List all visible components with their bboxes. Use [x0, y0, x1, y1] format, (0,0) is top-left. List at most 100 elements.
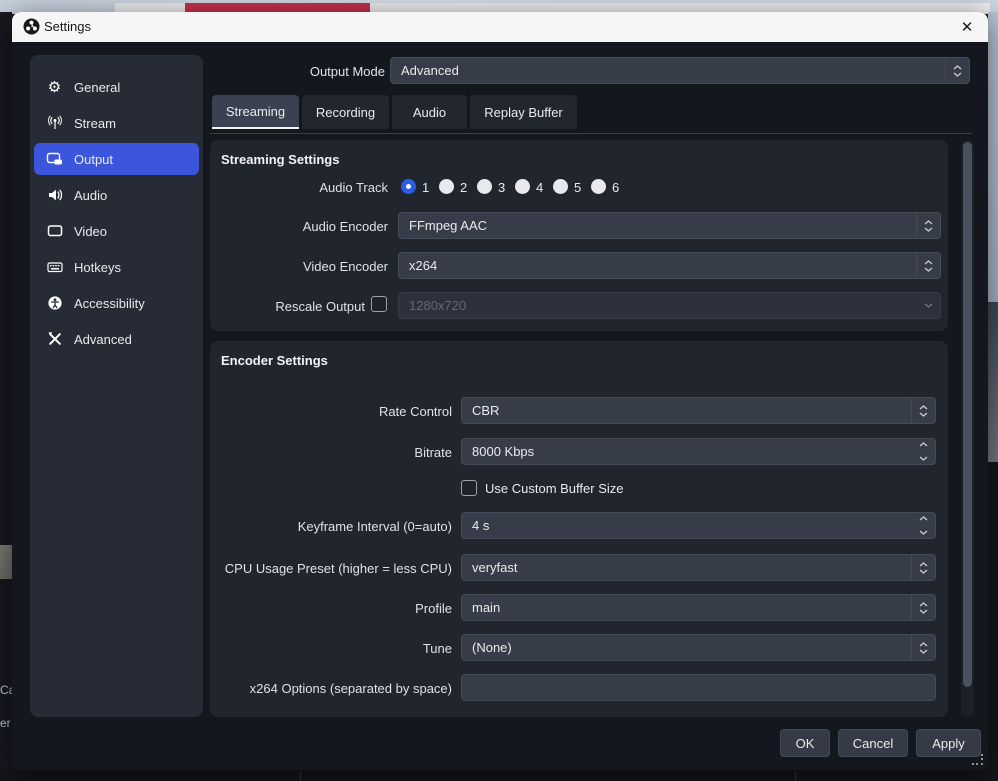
rescale-output-select[interactable]: 1280x720 — [398, 292, 941, 319]
tab-streaming[interactable]: Streaming — [212, 95, 299, 129]
combo-arrows-icon — [911, 635, 935, 660]
audio-track-radio-3[interactable] — [477, 179, 492, 194]
titlebar[interactable]: Settings ✕ — [12, 12, 988, 42]
background-dock-divider — [300, 771, 301, 781]
output-mode-value: Advanced — [391, 63, 945, 78]
sidebar-item-label: Audio — [74, 188, 107, 203]
tab-label: Replay Buffer — [484, 105, 563, 120]
close-icon: ✕ — [961, 18, 974, 36]
sidebar-item-accessibility[interactable]: Accessibility — [34, 287, 199, 319]
tab-replay-buffer[interactable]: Replay Buffer — [470, 95, 577, 129]
combo-arrows-icon — [911, 398, 935, 423]
ok-button[interactable]: OK — [780, 729, 830, 757]
audio-encoder-label: Audio Encoder — [210, 219, 388, 234]
combo-arrows-icon — [945, 58, 969, 83]
broadcast-icon — [46, 115, 63, 132]
video-encoder-select[interactable]: x264 — [398, 252, 941, 279]
accessibility-icon — [46, 295, 63, 312]
rescale-output-checkbox[interactable] — [371, 296, 387, 312]
tabs-separator — [210, 133, 972, 134]
sidebar-item-output[interactable]: Output — [34, 143, 199, 175]
output-mode-select[interactable]: Advanced — [390, 57, 970, 84]
combo-arrows-icon — [916, 213, 940, 238]
scrollbar[interactable] — [961, 140, 974, 717]
spinner-arrows-icon[interactable] — [911, 439, 935, 464]
audio-track-radio-4[interactable] — [515, 179, 530, 194]
sidebar-item-hotkeys[interactable]: Hotkeys — [34, 251, 199, 283]
profile-value: main — [462, 600, 911, 615]
custom-buffer-label: Use Custom Buffer Size — [485, 481, 623, 496]
spinner-arrows-icon[interactable] — [911, 513, 935, 538]
sidebar-item-label: Output — [74, 152, 113, 167]
sidebar-item-label: Advanced — [74, 332, 132, 347]
cpu-preset-select[interactable]: veryfast — [461, 554, 936, 581]
combo-arrow-down-icon — [916, 293, 940, 318]
rate-control-label: Rate Control — [210, 404, 452, 419]
background-left-thumbnail — [0, 545, 12, 579]
profile-select[interactable]: main — [461, 594, 936, 621]
apply-button[interactable]: Apply — [916, 729, 981, 757]
background-bottom-dock — [0, 770, 998, 781]
close-button[interactable]: ✕ — [952, 12, 982, 42]
settings-dialog: Settings ✕ ⚙ General — [12, 12, 988, 770]
x264-options-label: x264 Options (separated by space) — [210, 681, 452, 696]
audio-track-radio-1[interactable] — [401, 179, 416, 194]
screen: Ca er Settings ✕ ⚙ General — [0, 0, 998, 781]
keyframe-interval-value: 4 s — [462, 518, 911, 533]
bitrate-spinbox[interactable]: 8000 Kbps — [461, 438, 936, 465]
audio-track-radio-2[interactable] — [439, 179, 454, 194]
rescale-output-label: Rescale Output — [210, 299, 365, 314]
keyframe-interval-spinbox[interactable]: 4 s — [461, 512, 936, 539]
audio-track-label: Audio Track — [210, 180, 388, 195]
sidebar-item-video[interactable]: Video — [34, 215, 199, 247]
streaming-settings-title: Streaming Settings — [221, 152, 339, 167]
rate-control-value: CBR — [462, 403, 911, 418]
sidebar-item-label: Video — [74, 224, 107, 239]
scrollbar-thumb[interactable] — [963, 142, 972, 687]
tab-audio[interactable]: Audio — [392, 95, 467, 129]
gear-icon: ⚙ — [46, 79, 63, 96]
audio-track-option: 2 — [460, 180, 467, 195]
audio-track-radio-6[interactable] — [591, 179, 606, 194]
rescale-output-value: 1280x720 — [399, 298, 916, 313]
encoder-settings-title: Encoder Settings — [221, 353, 328, 368]
combo-arrows-icon — [911, 555, 935, 580]
tab-recording[interactable]: Recording — [302, 95, 389, 129]
tune-value: (None) — [462, 640, 911, 655]
cpu-preset-label: CPU Usage Preset (higher = less CPU) — [210, 561, 452, 576]
sidebar: ⚙ General Stream — [30, 55, 203, 717]
output-mode-label: Output Mode — [210, 64, 385, 79]
resize-grip[interactable] — [972, 754, 984, 766]
sidebar-item-audio[interactable]: Audio — [34, 179, 199, 211]
rate-control-select[interactable]: CBR — [461, 397, 936, 424]
audio-encoder-select[interactable]: FFmpeg AAC — [398, 212, 941, 239]
custom-buffer-checkbox[interactable] — [461, 480, 477, 496]
background-left-edge — [0, 12, 12, 781]
sidebar-item-label: General — [74, 80, 120, 95]
audio-track-option: 5 — [574, 180, 581, 195]
sidebar-item-advanced[interactable]: Advanced — [34, 323, 199, 355]
obs-logo-icon — [23, 18, 40, 35]
background-right-edge-lower — [988, 302, 998, 462]
encoder-settings-panel: Encoder Settings Rate Control CBR Bitrat… — [210, 341, 948, 717]
keyframe-interval-label: Keyframe Interval (0=auto) — [210, 519, 452, 534]
audio-track-option: 6 — [612, 180, 619, 195]
cancel-button[interactable]: Cancel — [838, 729, 908, 757]
tune-select[interactable]: (None) — [461, 634, 936, 661]
keyboard-icon — [46, 259, 63, 276]
audio-encoder-value: FFmpeg AAC — [399, 218, 916, 233]
x264-options-input[interactable] — [461, 674, 936, 701]
audio-track-option: 1 — [422, 180, 429, 195]
video-encoder-label: Video Encoder — [210, 259, 388, 274]
window-title: Settings — [44, 19, 91, 34]
sidebar-item-general[interactable]: ⚙ General — [34, 71, 199, 103]
sidebar-item-label: Hotkeys — [74, 260, 121, 275]
video-encoder-value: x264 — [399, 258, 916, 273]
sidebar-item-stream[interactable]: Stream — [34, 107, 199, 139]
tab-label: Recording — [316, 105, 375, 120]
bitrate-value: 8000 Kbps — [462, 444, 911, 459]
background-dock-divider — [795, 771, 796, 781]
audio-track-radio-5[interactable] — [553, 179, 568, 194]
sidebar-item-label: Accessibility — [74, 296, 145, 311]
audio-track-option: 4 — [536, 180, 543, 195]
